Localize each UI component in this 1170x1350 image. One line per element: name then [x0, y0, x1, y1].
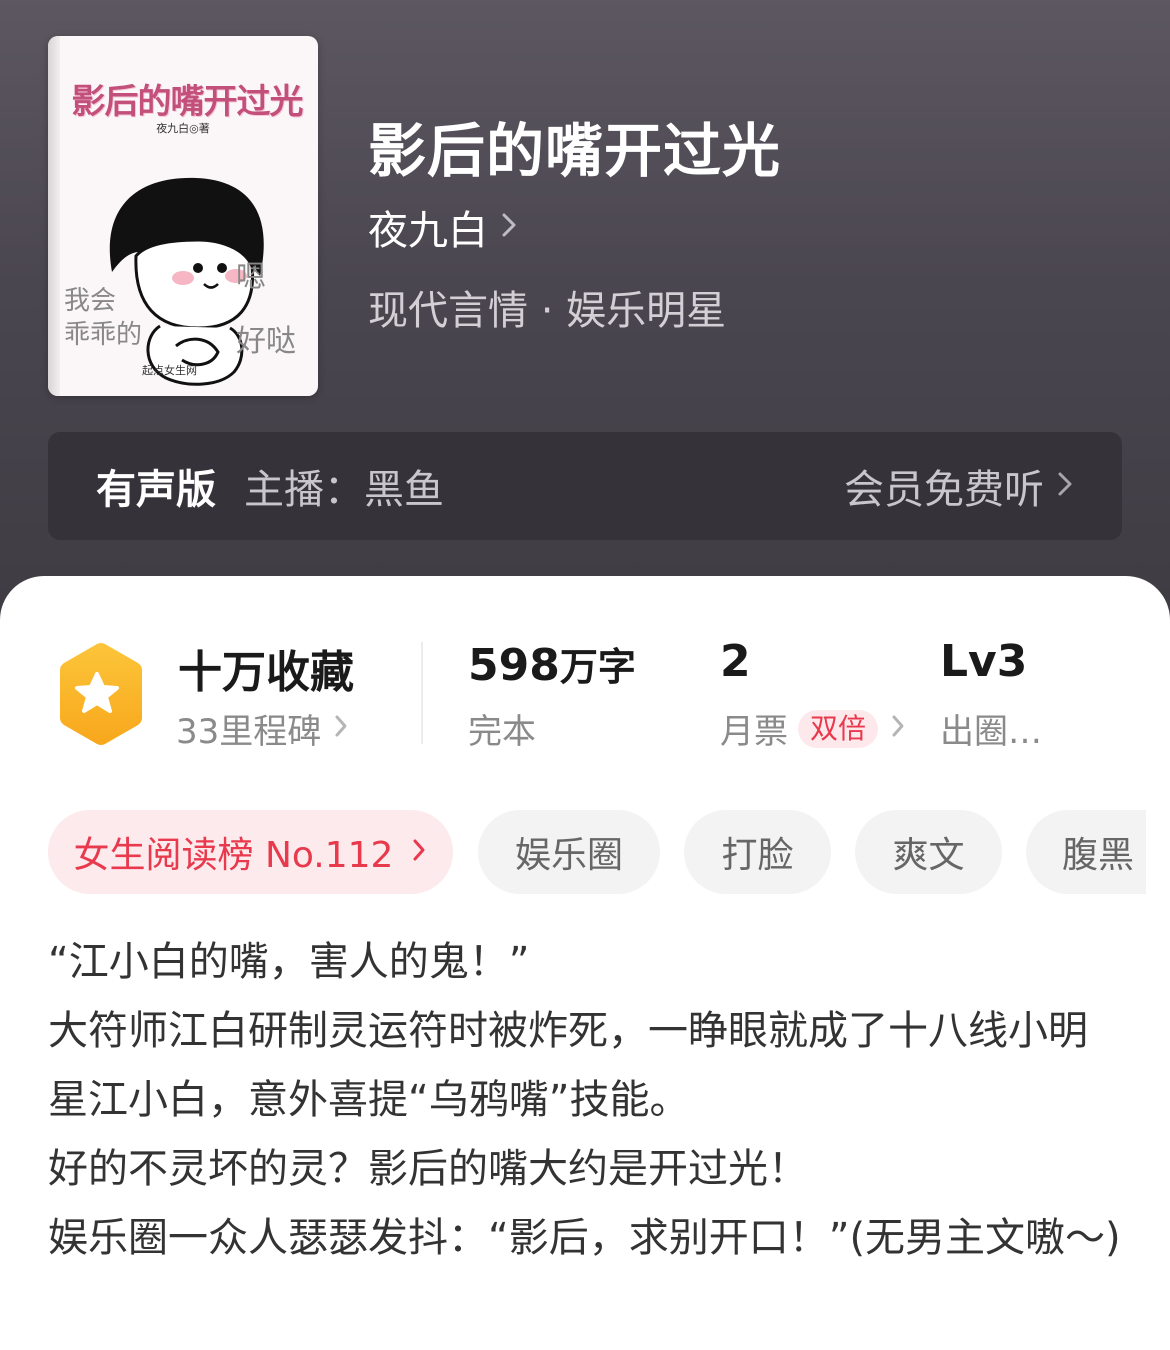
chevron-right-icon [1056, 463, 1074, 509]
cover-handwriting-left: 我会 乖乖的 [64, 286, 143, 350]
author-link[interactable]: 夜九白 [368, 200, 518, 254]
stat-divider [421, 642, 423, 744]
book-genre: 现代言情 · 娱乐明星 [368, 288, 727, 334]
milestone-label: 33里程碑 [176, 712, 322, 752]
description-line: “江小白的嘴，害人的鬼！” [48, 939, 530, 985]
level-value: Lv3 [940, 636, 1028, 687]
word-count-number: 598 [468, 640, 560, 691]
tag-list: 女生阅读榜 No.112 娱乐圈 打脸 爽文 腹黑 [48, 810, 1146, 894]
description-line: 娱乐圈一众人瑟瑟发抖：“影后，求别开口！”(无男主文嗷～) [48, 1215, 1121, 1261]
level-label[interactable]: 出圈… [940, 704, 1042, 753]
audio-host: 主播：黑鱼 [244, 467, 444, 513]
audio-edition-bar[interactable]: 有声版 主播：黑鱼 会员免费听 [48, 432, 1122, 540]
tag-satisfying[interactable]: 爽文 [855, 810, 1002, 894]
member-free-listen-label: 会员免费听 [844, 467, 1044, 513]
word-count: 598万字 [468, 636, 636, 691]
book-title: 影后的嘴开过光 [368, 117, 782, 185]
double-badge: 双倍 [798, 709, 879, 748]
cover-publisher-logo: 起点女生网 [142, 364, 197, 377]
description-line: 好的不灵坏的灵？影后的嘴大约是开过光！ [48, 1146, 808, 1192]
member-free-listen-link[interactable]: 会员免费听 [844, 457, 1074, 515]
monthly-ticket-count: 2 [720, 636, 751, 687]
chevron-right-icon [333, 709, 349, 749]
milestone-link[interactable]: 33里程碑 [176, 704, 349, 753]
chevron-right-icon [411, 832, 427, 873]
tag-entertainment[interactable]: 娱乐圈 [478, 810, 660, 894]
completion-status: 完本 [468, 712, 536, 752]
tag-face-slap[interactable]: 打脸 [684, 810, 831, 894]
chevron-right-icon [890, 709, 906, 749]
chevron-right-icon [500, 204, 518, 250]
cover-handwriting-right: 嗯 好哒 [236, 260, 296, 359]
monthly-ticket-link[interactable]: 月票 双倍 [720, 704, 906, 753]
author-name: 夜九白 [368, 208, 488, 254]
rank-tag[interactable]: 女生阅读榜 No.112 [48, 810, 453, 894]
word-count-unit: 万字 [559, 645, 636, 689]
description-line: 大符师江白研制灵运符时被炸死，一睁眼就成了十八线小明星江小白，意外喜提“乌鸦嘴”… [48, 1008, 1088, 1123]
book-description[interactable]: “江小白的嘴，害人的鬼！” 大符师江白研制灵运符时被炸死，一睁眼就成了十八线小明… [48, 928, 1126, 1273]
collect-count: 十万收藏 [178, 647, 354, 698]
audio-label: 有声版 [96, 467, 216, 513]
rank-tag-label: 女生阅读榜 No.112 [73, 835, 394, 876]
book-cover[interactable]: 影后的嘴开过光 夜九白◎著 我会 乖乖的 嗯 好哒 起点女生网 [48, 36, 318, 396]
tag-scheming[interactable]: 腹黑 [1026, 810, 1146, 894]
monthly-ticket-label: 月票 [720, 712, 788, 752]
star-badge-icon [60, 643, 142, 745]
